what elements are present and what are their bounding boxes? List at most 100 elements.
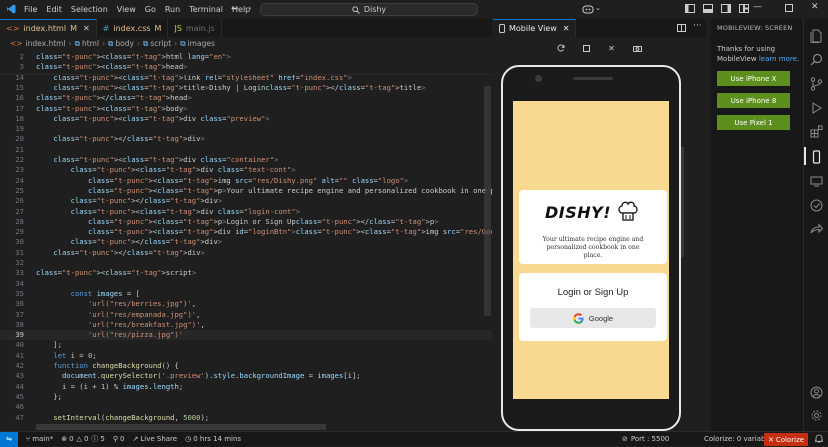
menu-view[interactable]: View [117,5,136,14]
extensions-icon[interactable] [810,125,824,139]
command-center-search[interactable]: Dishy [260,3,478,16]
menu-selection[interactable]: Selection [71,5,108,14]
code-editor[interactable]: 2 class="t-punc"><class="t-tag">html lang… [0,50,492,431]
use-iphone-8-button[interactable]: Use iPhone 8 [717,93,790,108]
code-line[interactable]: 46 [0,402,492,412]
code-line[interactable]: 47 setInterval(changeBackground, 5000); [0,413,492,423]
menu-file[interactable]: File [24,5,37,14]
code-line[interactable]: 30 class="t-punc"></class="t-tag">div> [0,237,492,247]
code-line[interactable]: 2 class="t-punc"><class="t-tag">html lang… [0,52,492,62]
code-line[interactable]: 33 class="t-punc"><class="t-tag">script> [0,268,492,278]
run-debug-icon[interactable] [810,101,824,115]
toggle-panel-icon[interactable] [703,4,713,13]
code-line[interactable]: 18 class="t-punc"><class="t-tag">div cla… [0,114,492,124]
toggle-primary-sidebar-icon[interactable] [685,4,695,13]
menu-edit[interactable]: Edit [46,5,62,14]
code-line[interactable]: 31 class="t-punc"></class="t-tag">div> [0,248,492,258]
breadcrumb-item[interactable]: images [188,39,215,48]
back-arrow-icon[interactable]: ← [231,4,239,14]
more-actions-icon[interactable]: ··· [693,21,702,31]
use-pixel-1-button[interactable]: Use Pixel 1 [717,115,790,130]
menu-run[interactable]: Run [165,5,180,14]
code-line[interactable]: 39 'url("res/pizza.jpg")' [0,330,492,341]
close-window-icon[interactable]: ✕ [811,2,819,12]
code-line[interactable]: 35 const images = [ [0,289,492,299]
search-icon[interactable] [810,53,824,67]
code-line[interactable]: 24 class="t-punc"><class="t-tag">img src… [0,176,492,186]
breadcrumb-item[interactable]: index.html [26,39,66,48]
live-share-status[interactable]: ↗ Live Share [132,435,177,443]
code-line[interactable]: 42 function changeBackground() { [0,361,492,371]
live-server-port[interactable]: ⊘ Port : 5500 [622,435,669,443]
minimize-icon[interactable]: — [753,2,762,12]
split-editor-icon[interactable] [677,24,686,32]
code-line[interactable]: 43 document.querySelector('.preview').st… [0,371,492,381]
horizontal-scrollbar[interactable] [36,424,326,430]
code-line[interactable]: 25 class="t-punc"><class="t-tag">p>Your … [0,186,492,196]
mobile-view-icon[interactable] [810,150,824,164]
tab-main-js[interactable]: JS main.js [168,19,222,37]
panel-scrollbar[interactable] [681,147,684,257]
breadcrumb-item[interactable]: body [115,39,134,48]
code-line[interactable]: 28 class="t-punc"><class="t-tag">p>Login… [0,217,492,227]
chevron-down-icon[interactable]: ⌄ [595,4,601,12]
notifications-bell-icon[interactable] [815,434,823,443]
code-line[interactable]: 34 [0,279,492,289]
account-icon[interactable] [810,386,824,400]
code-line[interactable]: 19 [0,124,492,134]
code-line[interactable]: 22 class="t-punc"><class="t-tag">div cla… [0,155,492,165]
code-line[interactable]: 41 let i = 0; [0,351,492,361]
close-tab-icon[interactable]: ✕ [83,24,90,33]
customize-layout-icon[interactable] [739,4,749,13]
copilot-icon[interactable] [582,4,594,14]
code-line[interactable]: 44 i = (i + 1) % images.length; [0,382,492,392]
tab-index-html[interactable]: <> index.html M ✕ [0,19,97,37]
code-line[interactable]: 37 'url("res/empanada.jpg")', [0,310,492,320]
forward-arrow-icon[interactable]: → [244,4,252,14]
colorize-button[interactable]: ✕ Colorize [764,433,809,446]
maximize-icon[interactable] [785,4,793,12]
testing-icon[interactable] [810,199,824,213]
close-tab-icon[interactable]: ✕ [563,24,570,33]
code-line[interactable]: 32 [0,258,492,268]
breadcrumb-item[interactable]: html [82,39,99,48]
google-login-button[interactable]: Google [530,308,656,328]
code-line[interactable]: 26 class="t-punc"></class="t-tag">div> [0,196,492,206]
close-icon[interactable]: ✕ [608,44,615,53]
code-line[interactable]: 15 class="t-punc"><class="t-tag">title>D… [0,83,492,93]
vertical-scrollbar[interactable] [484,86,491,316]
toggle-secondary-sidebar-icon[interactable] [721,4,731,13]
menu-go[interactable]: Go [145,5,156,14]
code-line[interactable]: 17 class="t-punc"><class="t-tag">body> [0,104,492,114]
live-share-icon[interactable] [810,223,824,237]
git-branch[interactable]: ⑂ main* [26,435,53,443]
code-line[interactable]: 29 class="t-punc"><class="t-tag">div id=… [0,227,492,237]
breadcrumb-item[interactable]: script [150,39,171,48]
time-tracker[interactable]: ◷ 0 hrs 14 mins [185,435,241,443]
code-line[interactable]: 3 class="t-punc"><class="t-tag">head> [0,62,492,72]
ports-indicator[interactable]: ⚲ 0 [113,435,125,443]
code-line[interactable]: 40 ]; [0,340,492,350]
use-iphone-x-button[interactable]: Use iPhone X [717,71,790,86]
learn-more-link[interactable]: learn more [759,55,797,63]
code-line[interactable]: 20 class="t-punc"></class="t-tag">div> [0,134,492,144]
remote-explorer-icon[interactable] [810,175,824,189]
code-line[interactable]: 23 class="t-punc"><class="t-tag">div cla… [0,165,492,175]
stop-icon[interactable] [583,44,591,52]
tab-index-css[interactable]: # index.css M [97,19,169,37]
problems-indicator[interactable]: ⊗ 0 △ 0 ⓘ 5 [61,434,105,444]
camera-icon[interactable] [632,45,642,52]
remote-indicator[interactable]: ⇋ [0,431,18,447]
code-line[interactable]: 21 [0,145,492,155]
code-line[interactable]: 27 class="t-punc"><class="t-tag">div cla… [0,207,492,217]
menu-terminal[interactable]: Terminal [189,5,223,14]
code-line[interactable]: 38 'url("res/breakfast.jpg")', [0,320,492,330]
code-line[interactable]: 16 class="t-punc"></class="t-tag">head> [0,93,492,103]
reload-icon[interactable] [557,44,565,52]
tab-mobile-view[interactable]: Mobile View ✕ [493,19,577,37]
phone-screen[interactable]: DISHY! Your ultimate recipe engine and p… [513,101,669,399]
settings-gear-icon[interactable] [810,409,824,423]
code-line[interactable]: 36 'url("res/berries.jpg")', [0,299,492,309]
source-control-icon[interactable] [810,77,824,91]
explorer-icon[interactable] [810,29,824,43]
